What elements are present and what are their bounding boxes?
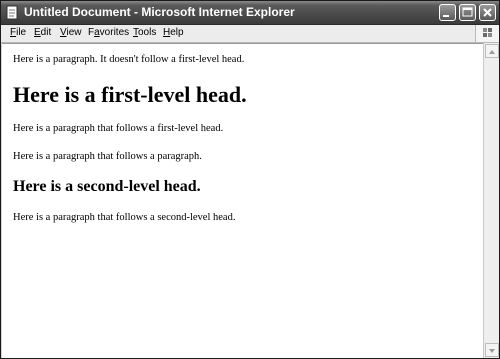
maximize-icon (462, 7, 473, 17)
first-level-heading: Here is a first-level head. (13, 82, 247, 107)
menu-tools[interactable]: Tools (133, 27, 156, 38)
second-level-heading: Here is a second-level head. (13, 178, 201, 195)
arrow-up-icon (489, 50, 495, 54)
scroll-up-button[interactable] (485, 44, 499, 58)
paragraph-1: Here is a paragraph. It doesn't follow a… (13, 54, 245, 65)
arrow-down-icon (489, 349, 495, 353)
menu-help[interactable]: Help (163, 27, 184, 38)
windows-flag-icon (475, 25, 499, 42)
maximize-button[interactable] (459, 4, 476, 21)
window-title: Untitled Document - Microsoft Internet E… (24, 5, 295, 19)
paragraph-2: Here is a paragraph that follows a first… (13, 123, 224, 134)
browser-window: Untitled Document - Microsoft Internet E… (0, 0, 500, 359)
menu-file[interactable]: File (10, 27, 26, 38)
paragraph-3: Here is a paragraph that follows a parag… (13, 151, 202, 162)
vertical-scrollbar[interactable] (483, 43, 499, 358)
close-icon (483, 8, 492, 17)
menu-edit[interactable]: Edit (34, 27, 51, 38)
minimize-icon (443, 15, 449, 17)
page-content: Here is a paragraph. It doesn't follow a… (2, 43, 483, 358)
ie-page-icon[interactable] (5, 5, 20, 20)
menu-view[interactable]: View (60, 27, 82, 38)
minimize-button[interactable] (439, 4, 456, 21)
paragraph-4: Here is a paragraph that follows a secon… (13, 212, 236, 223)
scroll-down-button[interactable] (485, 343, 499, 357)
title-bar[interactable]: Untitled Document - Microsoft Internet E… (1, 1, 499, 25)
menu-favorites[interactable]: Favorites (88, 27, 129, 38)
menu-bar: File Edit View Favorites Tools Help (1, 25, 499, 43)
close-button[interactable] (479, 4, 496, 21)
